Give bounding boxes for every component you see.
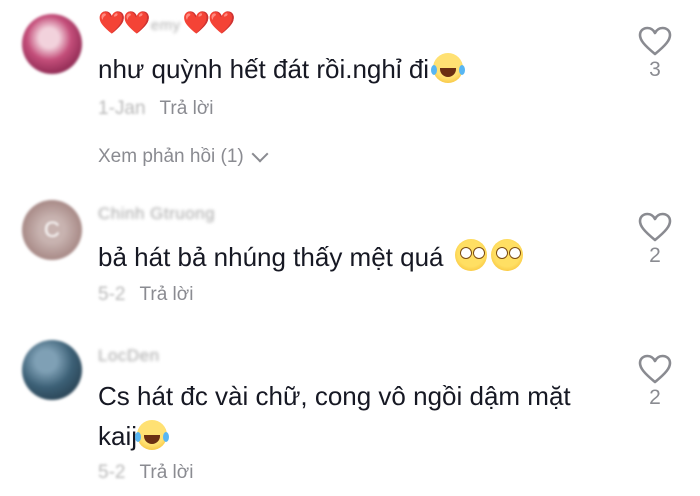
heart-emoji-right: ❤️❤️	[182, 10, 236, 35]
comment-date: 5-2	[98, 462, 126, 483]
like-count: 2	[649, 244, 661, 267]
avatar[interactable]	[22, 340, 82, 400]
reply-button[interactable]: Trả lời	[160, 98, 214, 119]
comment-meta: 5-2 Trả lời	[98, 284, 193, 306]
username[interactable]: LocDen	[98, 346, 160, 366]
heart-outline-icon	[638, 26, 672, 56]
username[interactable]: Chinh Gtruong	[98, 204, 215, 224]
like-button[interactable]: 2	[632, 354, 678, 410]
comment-text: Cs hát đc vài chữ, cong vô ngồi dậm mặt …	[98, 381, 571, 451]
laugh-cry-emoji	[431, 53, 464, 83]
chevron-down-icon	[251, 145, 269, 163]
avatar[interactable]	[22, 14, 82, 74]
reply-button[interactable]: Trả lời	[139, 462, 193, 483]
like-button[interactable]: 3	[632, 26, 678, 82]
avatar[interactable]: C	[22, 200, 82, 260]
comment-meta: 1-Jan Trả lời	[98, 98, 214, 120]
like-button[interactable]: 2	[632, 212, 678, 268]
comment-meta: 5-2 Trả lời	[98, 462, 193, 484]
comment-item: ❤️❤️ emy❤️❤️ như quỳnh hết đát rồi.nghỉ đ…	[0, 0, 700, 180]
comment-date: 5-2	[98, 284, 126, 305]
reply-button[interactable]: Trả lời	[139, 284, 193, 305]
flushed-emoji	[454, 239, 487, 271]
comment-text: như quỳnh hết đát rồi.nghỉ đi	[98, 48, 464, 90]
comment-item: C Chinh Gtruong bả hát bả nhúng thấy mệt…	[0, 190, 700, 320]
heart-outline-icon	[638, 354, 672, 384]
heart-outline-icon	[638, 212, 672, 242]
like-count: 2	[649, 386, 661, 409]
username[interactable]: ❤️❤️ emy❤️❤️	[98, 10, 236, 36]
view-replies-button[interactable]: Xem phản hồi (1)	[98, 145, 269, 168]
comment-date: 1-Jan	[98, 98, 146, 119]
like-count: 3	[649, 58, 661, 81]
comment-item: LocDen Cs hát đc vài chữ, cong vô ngồi d…	[0, 330, 700, 496]
avatar-letter: C	[44, 217, 60, 242]
laugh-cry-emoji	[135, 420, 168, 450]
heart-emoji-left: ❤️❤️	[98, 10, 151, 35]
comment-text: bả hát bả nhúng thấy mệt quá	[98, 236, 523, 278]
flushed-emoji	[490, 239, 523, 271]
